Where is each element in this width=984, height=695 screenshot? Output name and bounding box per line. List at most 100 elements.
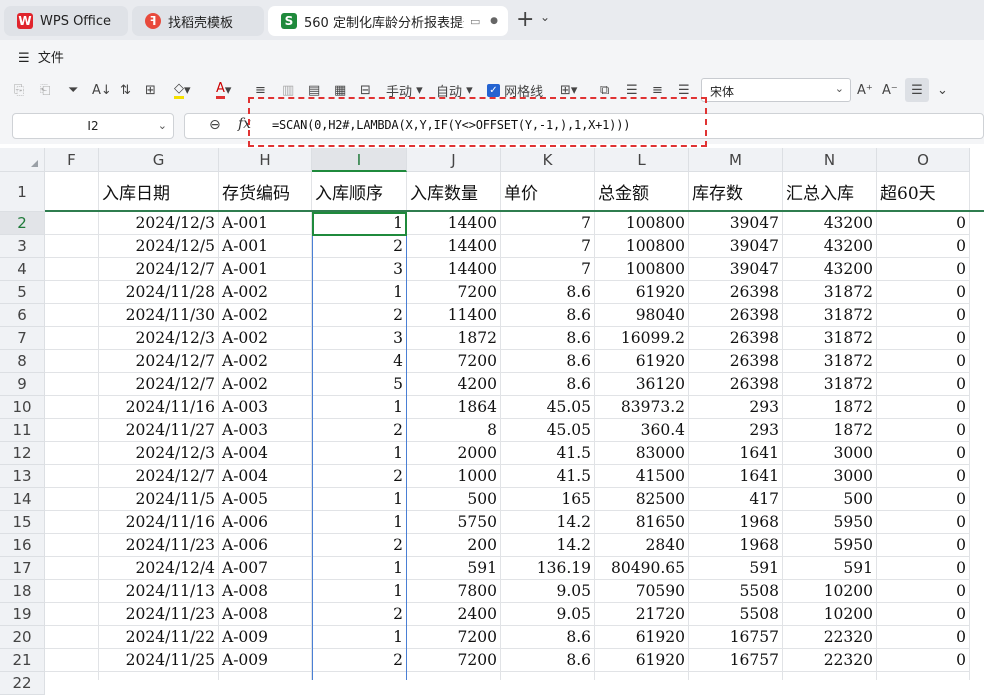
table-cell[interactable]: 45.05 — [501, 419, 595, 442]
table-cell[interactable]: 2 — [312, 419, 407, 442]
table-cell[interactable]: 3000 — [783, 465, 877, 488]
table-cell[interactable]: 1872 — [783, 419, 877, 442]
table-cell[interactable]: A-002 — [219, 373, 312, 396]
table-cell[interactable] — [45, 649, 99, 672]
zoom-icon[interactable]: ⊖ — [209, 117, 221, 133]
table-cell[interactable] — [45, 396, 99, 419]
table-cell[interactable]: 2024/11/28 — [99, 281, 219, 304]
table-cell[interactable]: A-001 — [219, 212, 312, 235]
row-header[interactable]: 8 — [0, 350, 45, 373]
table-cell[interactable]: A-008 — [219, 603, 312, 626]
table-cell[interactable]: 0 — [877, 281, 970, 304]
table-cell[interactable]: 2 — [312, 649, 407, 672]
table-cell[interactable]: 7200 — [407, 626, 501, 649]
table-cell[interactable]: 2000 — [407, 442, 501, 465]
table-cell[interactable]: 7800 — [407, 580, 501, 603]
column-header-m[interactable]: M — [689, 148, 783, 172]
table-cell[interactable]: 2024/11/16 — [99, 511, 219, 534]
table-cell[interactable]: 0 — [877, 350, 970, 373]
table-cell[interactable] — [45, 557, 99, 580]
table-cell[interactable]: 2024/11/22 — [99, 626, 219, 649]
table-cell[interactable] — [45, 373, 99, 396]
table-cell[interactable]: A-007 — [219, 557, 312, 580]
table-cell[interactable]: 14400 — [407, 235, 501, 258]
table-cell[interactable]: 7 — [501, 212, 595, 235]
paste-values-icon[interactable]: ⎘ — [14, 80, 24, 100]
table-cell[interactable]: A-002 — [219, 304, 312, 327]
table-cell[interactable]: 1968 — [689, 534, 783, 557]
table-cell[interactable]: A-001 — [219, 235, 312, 258]
table-cell[interactable]: 8 — [407, 419, 501, 442]
font-size-decrease-icon[interactable]: A⁻ — [882, 80, 898, 100]
table-cell[interactable]: 26398 — [689, 350, 783, 373]
table-cell[interactable]: 2 — [312, 534, 407, 557]
table-cell[interactable] — [45, 235, 99, 258]
table-cell[interactable]: 0 — [877, 603, 970, 626]
sheet-grid[interactable]: 入库日期 存货编码 入库顺序 入库数量 单价 总金额 库存数 汇总入库 超60天 2024/12/… — [45, 172, 984, 680]
table-cell[interactable]: 200 — [407, 534, 501, 557]
table-cell[interactable]: 16099.2 — [595, 327, 689, 350]
table-cell[interactable]: 41500 — [595, 465, 689, 488]
table-cell[interactable]: 16757 — [689, 649, 783, 672]
column-title-cell[interactable]: 单价 — [501, 172, 595, 212]
table-cell[interactable] — [45, 281, 99, 304]
row-header[interactable]: 17 — [0, 557, 45, 580]
row-header[interactable]: 16 — [0, 534, 45, 557]
table-cell[interactable]: 8.6 — [501, 626, 595, 649]
table-cell[interactable] — [45, 511, 99, 534]
table-cell[interactable]: 2024/11/30 — [99, 304, 219, 327]
borders-icon[interactable]: ⊞ — [145, 80, 156, 100]
table-cell[interactable]: 7 — [501, 258, 595, 281]
table-cell[interactable]: 0 — [877, 419, 970, 442]
table-cell[interactable]: 2024/12/7 — [99, 350, 219, 373]
table-cell[interactable]: 2024/12/4 — [99, 557, 219, 580]
table-cell[interactable] — [877, 672, 970, 680]
table-cell[interactable]: 39047 — [689, 258, 783, 281]
table-cell[interactable]: 98040 — [595, 304, 689, 327]
column-title-cell[interactable] — [45, 172, 99, 212]
table-cell[interactable]: 1000 — [407, 465, 501, 488]
table-cell[interactable]: 8.6 — [501, 281, 595, 304]
tab-active-spreadsheet[interactable]: S 560 定制化库龄分析报表提升 ▭ ● — [268, 6, 508, 36]
table-cell[interactable]: 10200 — [783, 603, 877, 626]
row-header[interactable]: 18 — [0, 580, 45, 603]
sort-descending-icon[interactable]: ⇅ — [120, 80, 131, 100]
table-cell[interactable] — [45, 304, 99, 327]
table-cell[interactable]: 5750 — [407, 511, 501, 534]
table-cell[interactable] — [45, 603, 99, 626]
table-cell[interactable]: 10200 — [783, 580, 877, 603]
table-cell[interactable] — [595, 672, 689, 680]
table-cell[interactable] — [99, 672, 219, 680]
table-cell[interactable]: A-004 — [219, 465, 312, 488]
table-cell[interactable] — [45, 626, 99, 649]
column-header-j[interactable]: J — [407, 148, 501, 172]
row-header[interactable]: 6 — [0, 304, 45, 327]
table-cell[interactable]: 8.6 — [501, 649, 595, 672]
new-tab-icon[interactable]: + — [516, 8, 534, 32]
table-cell[interactable]: 1 — [312, 212, 407, 235]
table-cell[interactable]: 1 — [312, 580, 407, 603]
table-cell[interactable]: 2024/11/23 — [99, 603, 219, 626]
table-cell[interactable]: 2024/12/7 — [99, 258, 219, 281]
table-cell[interactable]: A-002 — [219, 281, 312, 304]
table-cell[interactable]: 1 — [312, 557, 407, 580]
table-cell[interactable]: 70590 — [595, 580, 689, 603]
table-cell[interactable]: 83000 — [595, 442, 689, 465]
table-cell[interactable]: 2024/11/16 — [99, 396, 219, 419]
column-title-cell[interactable]: 超60天 — [877, 172, 970, 212]
row-header[interactable]: 22 — [0, 672, 45, 695]
table-cell[interactable]: 9.05 — [501, 603, 595, 626]
table-cell[interactable]: 61920 — [595, 350, 689, 373]
table-cell[interactable]: 22320 — [783, 626, 877, 649]
table-cell[interactable]: 7200 — [407, 350, 501, 373]
table-cell[interactable]: 43200 — [783, 212, 877, 235]
column-header-g[interactable]: G — [99, 148, 219, 172]
column-header-l[interactable]: L — [595, 148, 689, 172]
table-cell[interactable]: 1 — [312, 626, 407, 649]
table-cell[interactable]: 14.2 — [501, 511, 595, 534]
table-cell[interactable]: 61920 — [595, 626, 689, 649]
table-cell[interactable] — [45, 258, 99, 281]
table-cell[interactable] — [45, 212, 99, 235]
table-cell[interactable]: 61920 — [595, 281, 689, 304]
table-cell[interactable]: A-006 — [219, 534, 312, 557]
